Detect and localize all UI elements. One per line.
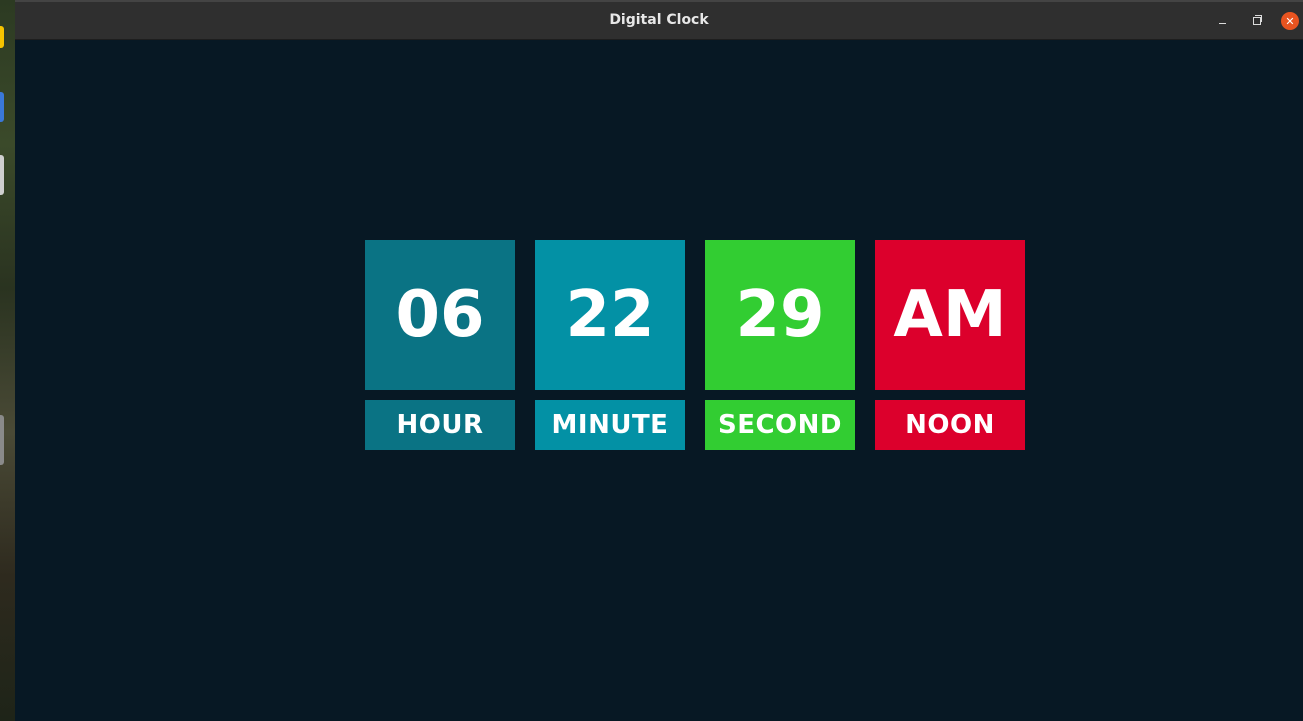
- minute-unit: 22 MINUTE: [535, 240, 685, 450]
- minute-value: 22: [565, 278, 655, 352]
- hour-label: HOUR: [396, 410, 484, 440]
- hour-value-box: 06: [365, 240, 515, 390]
- close-icon: ✕: [1285, 14, 1295, 28]
- window-title: Digital Clock: [609, 12, 709, 28]
- close-button[interactable]: ✕: [1281, 12, 1299, 30]
- digital-clock: 06 HOUR 22 MINUTE 29 SECOND AM NOON: [365, 240, 1025, 450]
- hour-unit: 06 HOUR: [365, 240, 515, 450]
- second-value-box: 29: [705, 240, 855, 390]
- dock-indicator: [0, 92, 4, 122]
- period-value: AM: [893, 278, 1007, 352]
- clock-window-content: 06 HOUR 22 MINUTE 29 SECOND AM NOON: [15, 40, 1303, 721]
- hour-label-box: HOUR: [365, 400, 515, 450]
- minute-label: MINUTE: [551, 410, 669, 440]
- second-unit: 29 SECOND: [705, 240, 855, 450]
- period-label: NOON: [905, 410, 995, 440]
- period-unit: AM NOON: [875, 240, 1025, 450]
- minute-label-box: MINUTE: [535, 400, 685, 450]
- minute-value-box: 22: [535, 240, 685, 390]
- restore-icon: [1253, 15, 1262, 25]
- window-titlebar[interactable]: Digital Clock ✕: [15, 0, 1303, 40]
- period-label-box: NOON: [875, 400, 1025, 450]
- period-value-box: AM: [875, 240, 1025, 390]
- hour-value: 06: [395, 278, 485, 352]
- desktop-dock-edge: [0, 0, 15, 721]
- minimize-button[interactable]: [1213, 12, 1231, 30]
- minimize-icon: [1218, 22, 1226, 24]
- second-value: 29: [735, 278, 825, 352]
- second-label: SECOND: [717, 410, 842, 440]
- restore-button[interactable]: [1248, 12, 1266, 30]
- dock-indicator: [0, 415, 4, 465]
- dock-indicator: [0, 26, 4, 48]
- dock-indicator: [0, 155, 4, 195]
- second-label-box: SECOND: [705, 400, 855, 450]
